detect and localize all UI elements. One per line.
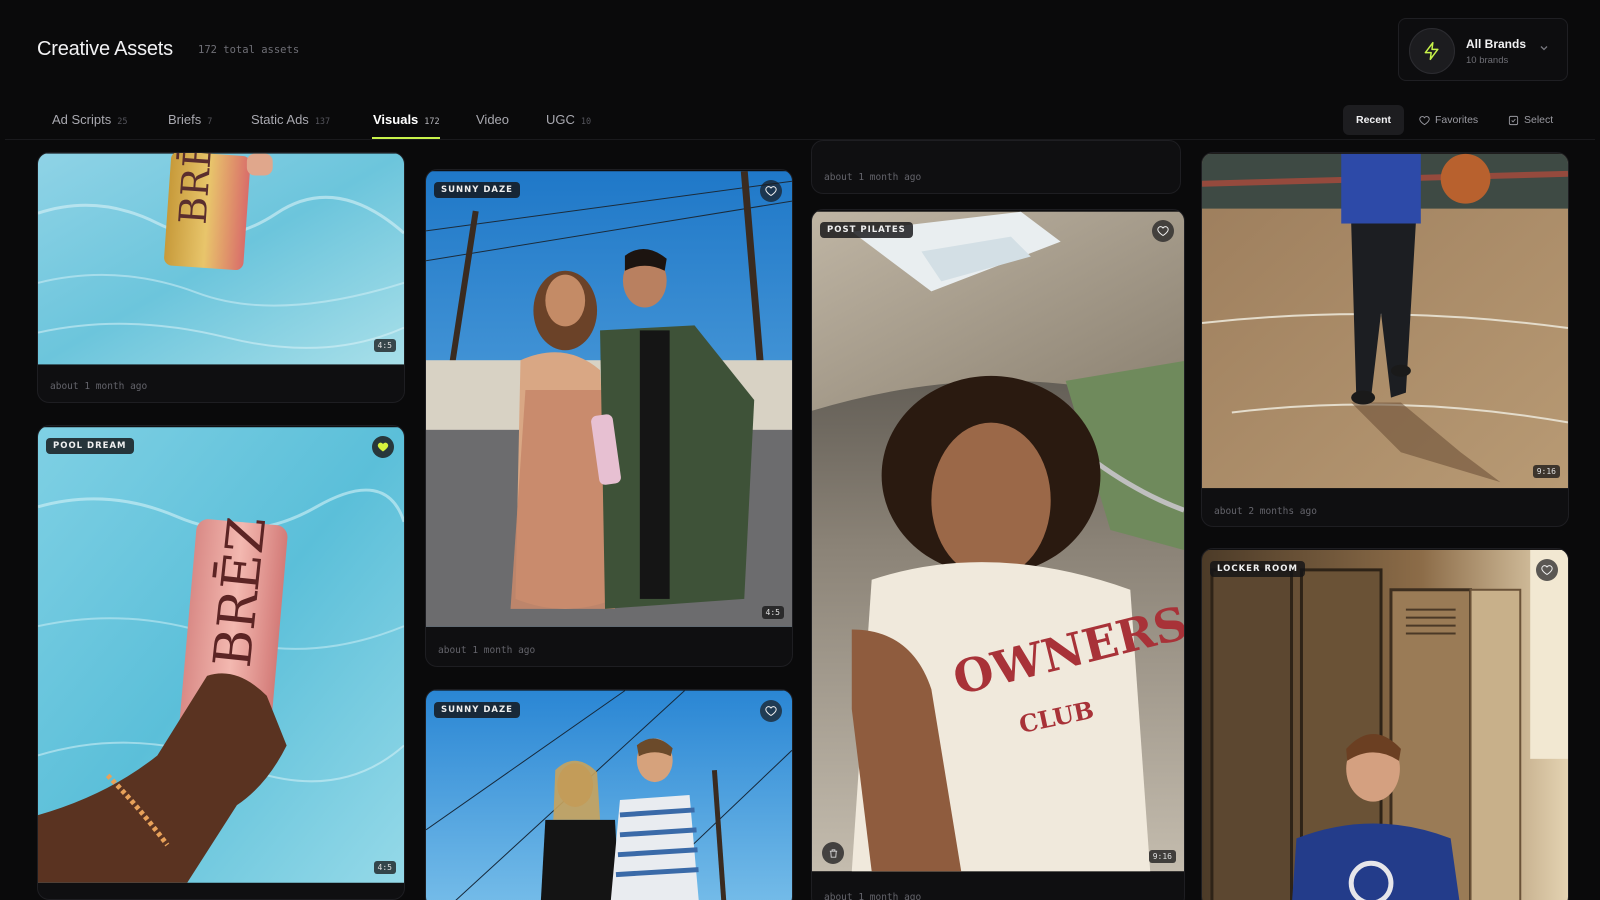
page-title: Creative Assets (37, 38, 173, 60)
asset-card-sunny-daze-1[interactable]: SUNNY DAZE 4:5 about 1 month ago (425, 169, 793, 667)
aspect-ratio-badge: 4:5 (373, 339, 396, 352)
checkbox-icon (1508, 115, 1519, 125)
recent-button[interactable]: Recent (1343, 105, 1404, 135)
aspect-ratio-badge: 4:5 (761, 606, 784, 619)
asset-card-sunny-daze-2[interactable]: SUNNY DAZE (425, 689, 793, 900)
svg-text:BRĒ: BRĒ (171, 153, 221, 226)
heart-icon (1419, 115, 1430, 125)
collection-tag: SUNNY DAZE (434, 182, 520, 198)
collection-tag: POOL DREAM (46, 438, 134, 454)
trash-icon (829, 848, 837, 858)
heart-icon (765, 186, 777, 197)
tab-label: Ad Scripts (52, 112, 112, 127)
heart-icon (1541, 565, 1553, 576)
delete-button[interactable] (822, 842, 844, 864)
asset-thumbnail (426, 170, 792, 627)
tab-video[interactable]: Video (476, 112, 509, 127)
card-timestamp: about 2 months ago (1214, 506, 1317, 517)
favorite-button[interactable] (760, 180, 782, 202)
tab-static-ads[interactable]: Static Ads 137 (251, 112, 330, 127)
heart-icon (1157, 226, 1169, 237)
asset-card-partial[interactable]: about 1 month ago (811, 140, 1181, 194)
brand-count: 10 brands (1466, 55, 1509, 66)
brand-name: All Brands (1466, 37, 1527, 51)
card-timestamp: about 1 month ago (50, 381, 148, 392)
brand-selector[interactable]: All Brands 10 brands (1398, 18, 1568, 81)
page-header: Creative Assets 172 total assets All Bra… (0, 0, 1600, 100)
select-label: Select (1524, 114, 1554, 126)
asset-card-pool-can-1[interactable]: BRĒ 4:5 about 1 month ago (37, 152, 405, 403)
tab-count: 172 (424, 117, 440, 127)
select-button[interactable]: Select (1496, 105, 1565, 135)
collection-tag: LOCKER ROOM (1210, 561, 1305, 577)
asset-thumbnail (426, 690, 792, 900)
aspect-ratio-badge: 9:16 (1148, 850, 1176, 863)
chevron-down-icon (1540, 46, 1548, 51)
asset-thumbnail: BRĒZ (38, 427, 404, 883)
tab-label: Static Ads (251, 112, 309, 127)
asset-thumbnail (1202, 153, 1568, 489)
tab-count: 25 (117, 117, 128, 127)
asset-card-post-pilates[interactable]: OWNERS CLUB POST PILATES 9:16 about 1 mo… (811, 209, 1185, 900)
card-timestamp: about 1 month ago (438, 645, 536, 656)
card-timestamp: about 1 month ago (824, 172, 922, 183)
asset-thumbnail: BRĒ (38, 153, 404, 365)
aspect-ratio-badge: 4:5 (373, 861, 396, 874)
tab-label: Briefs (168, 112, 202, 127)
favorites-button[interactable]: Favorites (1407, 105, 1490, 135)
tab-count: 7 (207, 117, 213, 127)
favorites-label: Favorites (1435, 114, 1479, 126)
card-timestamp: about 1 month ago (824, 892, 922, 900)
lightning-icon (1424, 41, 1439, 61)
tab-count: 137 (314, 117, 331, 127)
asset-thumbnail: OWNERS CLUB (812, 211, 1184, 872)
heart-filled-icon (377, 442, 389, 452)
favorite-button[interactable] (1536, 559, 1558, 581)
asset-thumbnail (1202, 549, 1568, 900)
tab-label: UGC (546, 112, 575, 127)
tab-count: 10 (580, 117, 592, 127)
collection-tag: POST PILATES (820, 222, 913, 238)
tab-briefs[interactable]: Briefs 7 (168, 112, 212, 127)
asset-card-basketball[interactable]: 9:16 about 2 months ago (1201, 152, 1569, 527)
tab-ugc[interactable]: UGC 10 (546, 112, 591, 127)
recent-label: Recent (1355, 114, 1391, 126)
tab-label: Video (476, 112, 510, 127)
asset-card-locker-room[interactable]: LOCKER ROOM (1201, 548, 1569, 900)
collection-tag: SUNNY DAZE (434, 702, 520, 718)
active-tab-indicator (372, 137, 440, 139)
tab-ad-scripts[interactable]: Ad Scripts 25 (52, 112, 128, 127)
favorite-button[interactable] (760, 700, 782, 722)
favorite-button[interactable] (1152, 220, 1174, 242)
tab-visuals[interactable]: Visuals 172 (373, 112, 440, 127)
tab-label: Visuals (373, 112, 419, 127)
favorite-button[interactable] (372, 436, 394, 458)
aspect-ratio-badge: 9:16 (1532, 465, 1560, 478)
asset-card-pool-dream[interactable]: BRĒZ POOL DREAM 4:5 (37, 425, 405, 900)
heart-icon (765, 706, 777, 717)
asset-count: 172 total assets (198, 44, 300, 56)
brand-avatar (1409, 28, 1455, 74)
